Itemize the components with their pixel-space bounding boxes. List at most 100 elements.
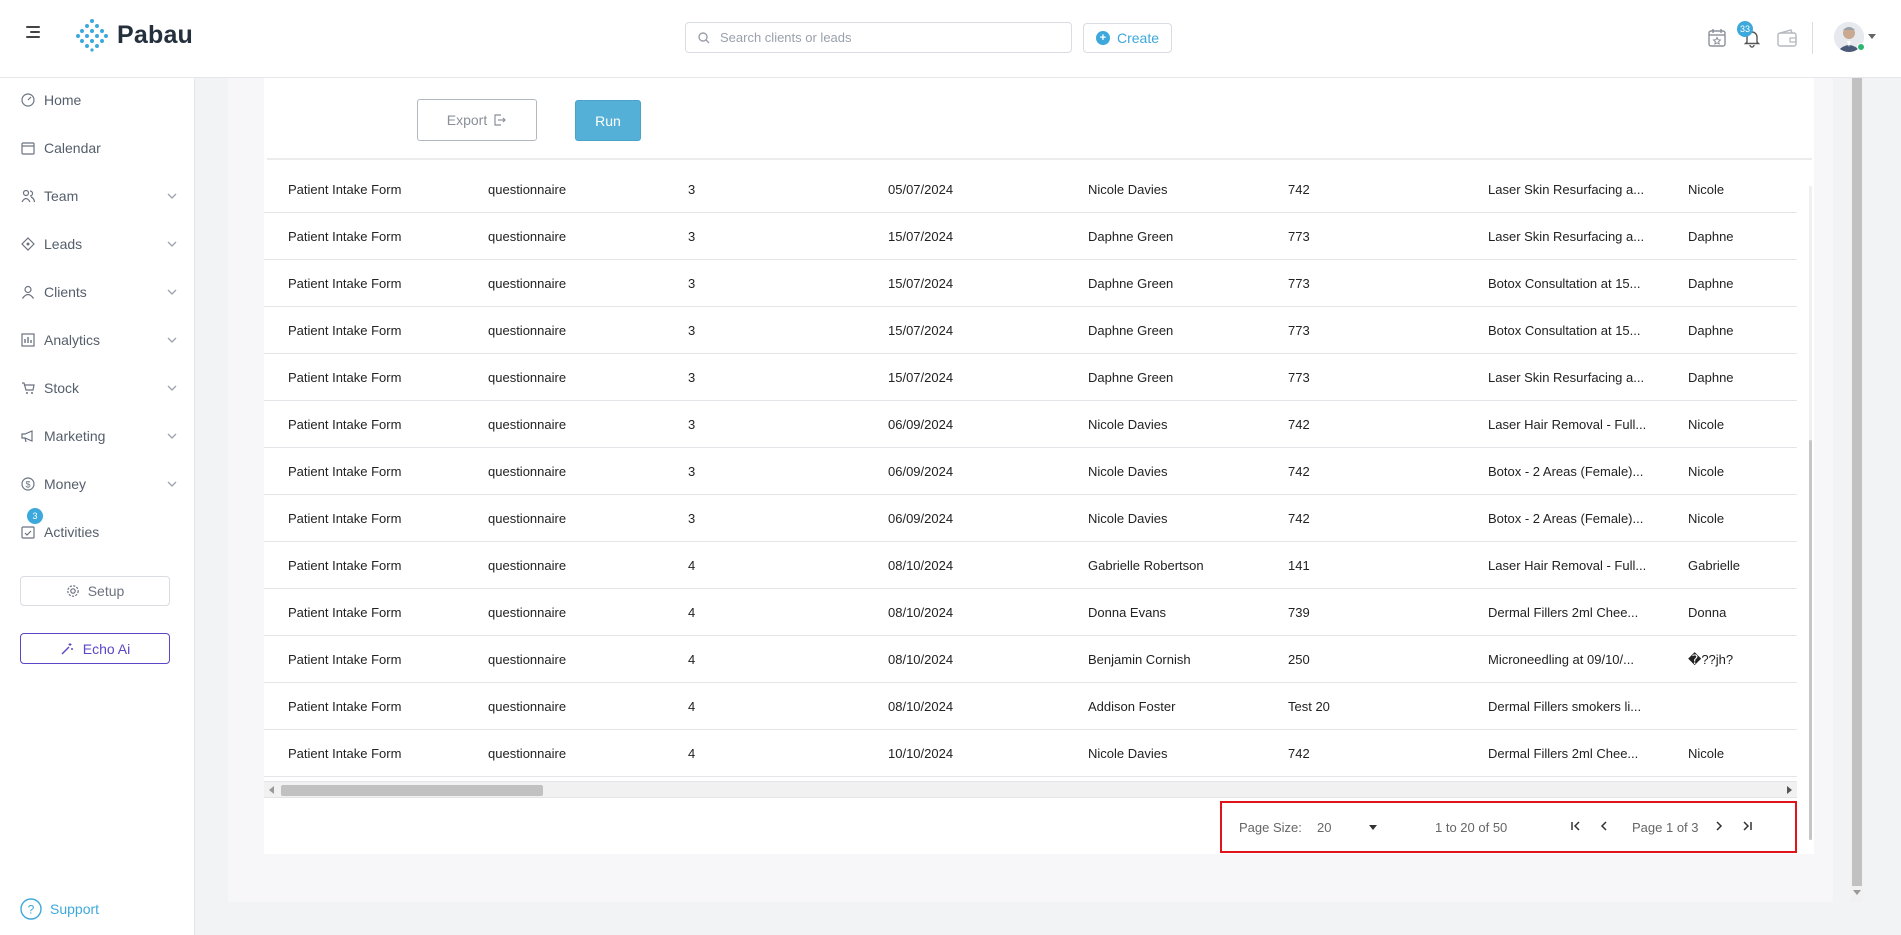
table-cell: Benjamin Cornish — [1088, 652, 1191, 667]
table-row[interactable]: Patient Intake Form questionnaire 3 06/0… — [264, 495, 1797, 542]
table-row[interactable]: Patient Intake Form questionnaire 3 05/0… — [264, 166, 1797, 213]
activities-icon — [20, 525, 35, 540]
table-cell: 15/07/2024 — [888, 323, 954, 338]
app-name: Pabau — [117, 20, 194, 49]
export-button[interactable]: Export — [417, 99, 537, 141]
sidebar-item-home[interactable]: Home — [0, 80, 195, 120]
scrollbar-thumb[interactable] — [1809, 440, 1812, 840]
sidebar-item-calendar[interactable]: Calendar — [0, 128, 195, 168]
table-cell: 4 — [688, 746, 696, 761]
scroll-left-arrow-icon[interactable] — [269, 786, 274, 794]
table-row[interactable]: Patient Intake Form questionnaire 3 06/0… — [264, 448, 1797, 495]
sidebar-item-label: Calendar — [44, 140, 101, 156]
last-page-icon — [1743, 821, 1752, 831]
chevron-right-icon — [1716, 821, 1723, 831]
sidebar-item-leads[interactable]: Leads — [0, 224, 195, 264]
table-horizontal-scrollbar[interactable] — [264, 781, 1797, 798]
calendar-star-icon[interactable] — [1706, 27, 1728, 49]
page-vertical-scrollbar[interactable] — [1851, 78, 1863, 902]
table-cell: Nicole Davies — [1088, 417, 1168, 432]
table-cell: Laser Skin Resurfacing a... — [1488, 370, 1645, 385]
setup-button[interactable]: Setup — [20, 576, 170, 606]
table-cell: Dermal Fillers 2ml Chee... — [1488, 746, 1639, 761]
table-cell: 05/07/2024 — [888, 182, 954, 197]
table-cell: questionnaire — [488, 605, 567, 620]
table-row[interactable]: Patient Intake Form questionnaire 4 08/1… — [264, 589, 1797, 636]
table-cell: 4 — [688, 558, 696, 573]
menu-toggle-icon[interactable] — [26, 26, 42, 40]
echo-ai-button[interactable]: Echo Ai — [20, 633, 170, 664]
table-cell: Patient Intake Form — [288, 652, 402, 667]
table-row[interactable]: Patient Intake Form questionnaire 4 10/1… — [264, 730, 1797, 777]
caret-down-icon — [1369, 825, 1377, 830]
table-row[interactable]: Patient Intake Form questionnaire 4 08/1… — [264, 542, 1797, 589]
table-cell: Nicole Davies — [1088, 182, 1168, 197]
top-header: Pabau + Create 33 — [0, 0, 1901, 78]
search-input[interactable] — [718, 29, 1048, 46]
table-cell: Dermal Fillers 2ml Chee... — [1488, 605, 1639, 620]
table-cell: questionnaire — [488, 558, 567, 573]
activities-badge: 3 — [27, 508, 43, 524]
support-link[interactable]: ? Support — [20, 898, 99, 920]
sidebar-item-money[interactable]: $ Money — [0, 464, 195, 504]
sidebar-item-label: Team — [44, 188, 79, 204]
wallet-icon[interactable] — [1776, 27, 1798, 49]
export-icon — [494, 114, 507, 126]
last-page-button[interactable] — [1737, 816, 1757, 836]
table-cell: Donna — [1688, 605, 1727, 620]
search-box[interactable] — [685, 22, 1072, 53]
table-row[interactable]: Patient Intake Form questionnaire 3 15/0… — [264, 307, 1797, 354]
table-cell: Addison Foster — [1088, 699, 1176, 714]
table-cell: 250 — [1288, 652, 1310, 667]
chevron-down-icon — [167, 433, 177, 439]
next-page-button[interactable] — [1709, 816, 1729, 836]
run-button[interactable]: Run — [575, 100, 641, 141]
table-cell: Gabrielle — [1688, 558, 1741, 573]
table-row[interactable]: Patient Intake Form questionnaire 3 06/0… — [264, 401, 1797, 448]
dashboard-icon — [20, 93, 35, 108]
table-cell: 15/07/2024 — [888, 229, 954, 244]
sidebar-item-label: Leads — [44, 236, 83, 252]
table-cell: 742 — [1288, 182, 1310, 197]
sidebar-item-label: Stock — [44, 380, 80, 396]
chevron-down-icon — [167, 289, 177, 295]
table-cell: Patient Intake Form — [288, 605, 402, 620]
megaphone-icon — [20, 429, 35, 444]
table-row[interactable]: Patient Intake Form questionnaire 4 08/1… — [264, 636, 1797, 683]
sidebar-item-stock[interactable]: Stock — [0, 368, 195, 408]
previous-page-button[interactable] — [1594, 816, 1614, 836]
scroll-down-arrow-icon[interactable] — [1853, 890, 1861, 895]
table-cell — [1688, 683, 1788, 730]
scroll-right-arrow-icon[interactable] — [1787, 786, 1792, 794]
table-row[interactable]: Patient Intake Form questionnaire 3 15/0… — [264, 213, 1797, 260]
table-cell: Daphne — [1688, 276, 1734, 291]
scrollbar-thumb[interactable] — [1852, 78, 1862, 886]
sidebar-item-marketing[interactable]: Marketing — [0, 416, 195, 456]
sidebar-item-activities[interactable]: 3 Activities — [0, 508, 195, 552]
table-cell: 3 — [688, 276, 696, 291]
page-size-value: 20 — [1317, 820, 1332, 835]
table-cell: Botox - 2 Areas (Female)... — [1488, 511, 1644, 526]
calendar-icon — [20, 141, 35, 156]
page-size-select[interactable]: 20 — [1317, 811, 1387, 843]
table-row[interactable]: Patient Intake Form questionnaire 3 15/0… — [264, 354, 1797, 401]
scrollbar-thumb[interactable] — [281, 785, 543, 796]
table-vertical-scrollbar[interactable] — [1809, 186, 1812, 840]
search-icon — [698, 31, 710, 43]
table-cell: Patient Intake Form — [288, 229, 402, 244]
sidebar-item-clients[interactable]: Clients — [0, 272, 195, 312]
table-row[interactable]: Patient Intake Form questionnaire 4 08/1… — [264, 683, 1797, 730]
chevron-down-icon[interactable] — [1868, 34, 1876, 39]
team-icon — [20, 189, 35, 204]
create-button[interactable]: + Create — [1083, 23, 1173, 53]
logo[interactable]: Pabau — [75, 18, 193, 52]
table-cell: Botox - 2 Areas (Female)... — [1488, 464, 1644, 479]
sidebar-item-label: Money — [44, 476, 87, 492]
leads-icon — [20, 237, 35, 252]
first-page-button[interactable] — [1566, 816, 1586, 836]
sidebar-item-team[interactable]: Team — [0, 176, 195, 216]
sidebar-item-analytics[interactable]: Analytics — [0, 320, 195, 360]
table-cell: 08/10/2024 — [888, 605, 954, 620]
table-row[interactable]: Patient Intake Form questionnaire 3 15/0… — [264, 260, 1797, 307]
table-cell: 742 — [1288, 746, 1310, 761]
